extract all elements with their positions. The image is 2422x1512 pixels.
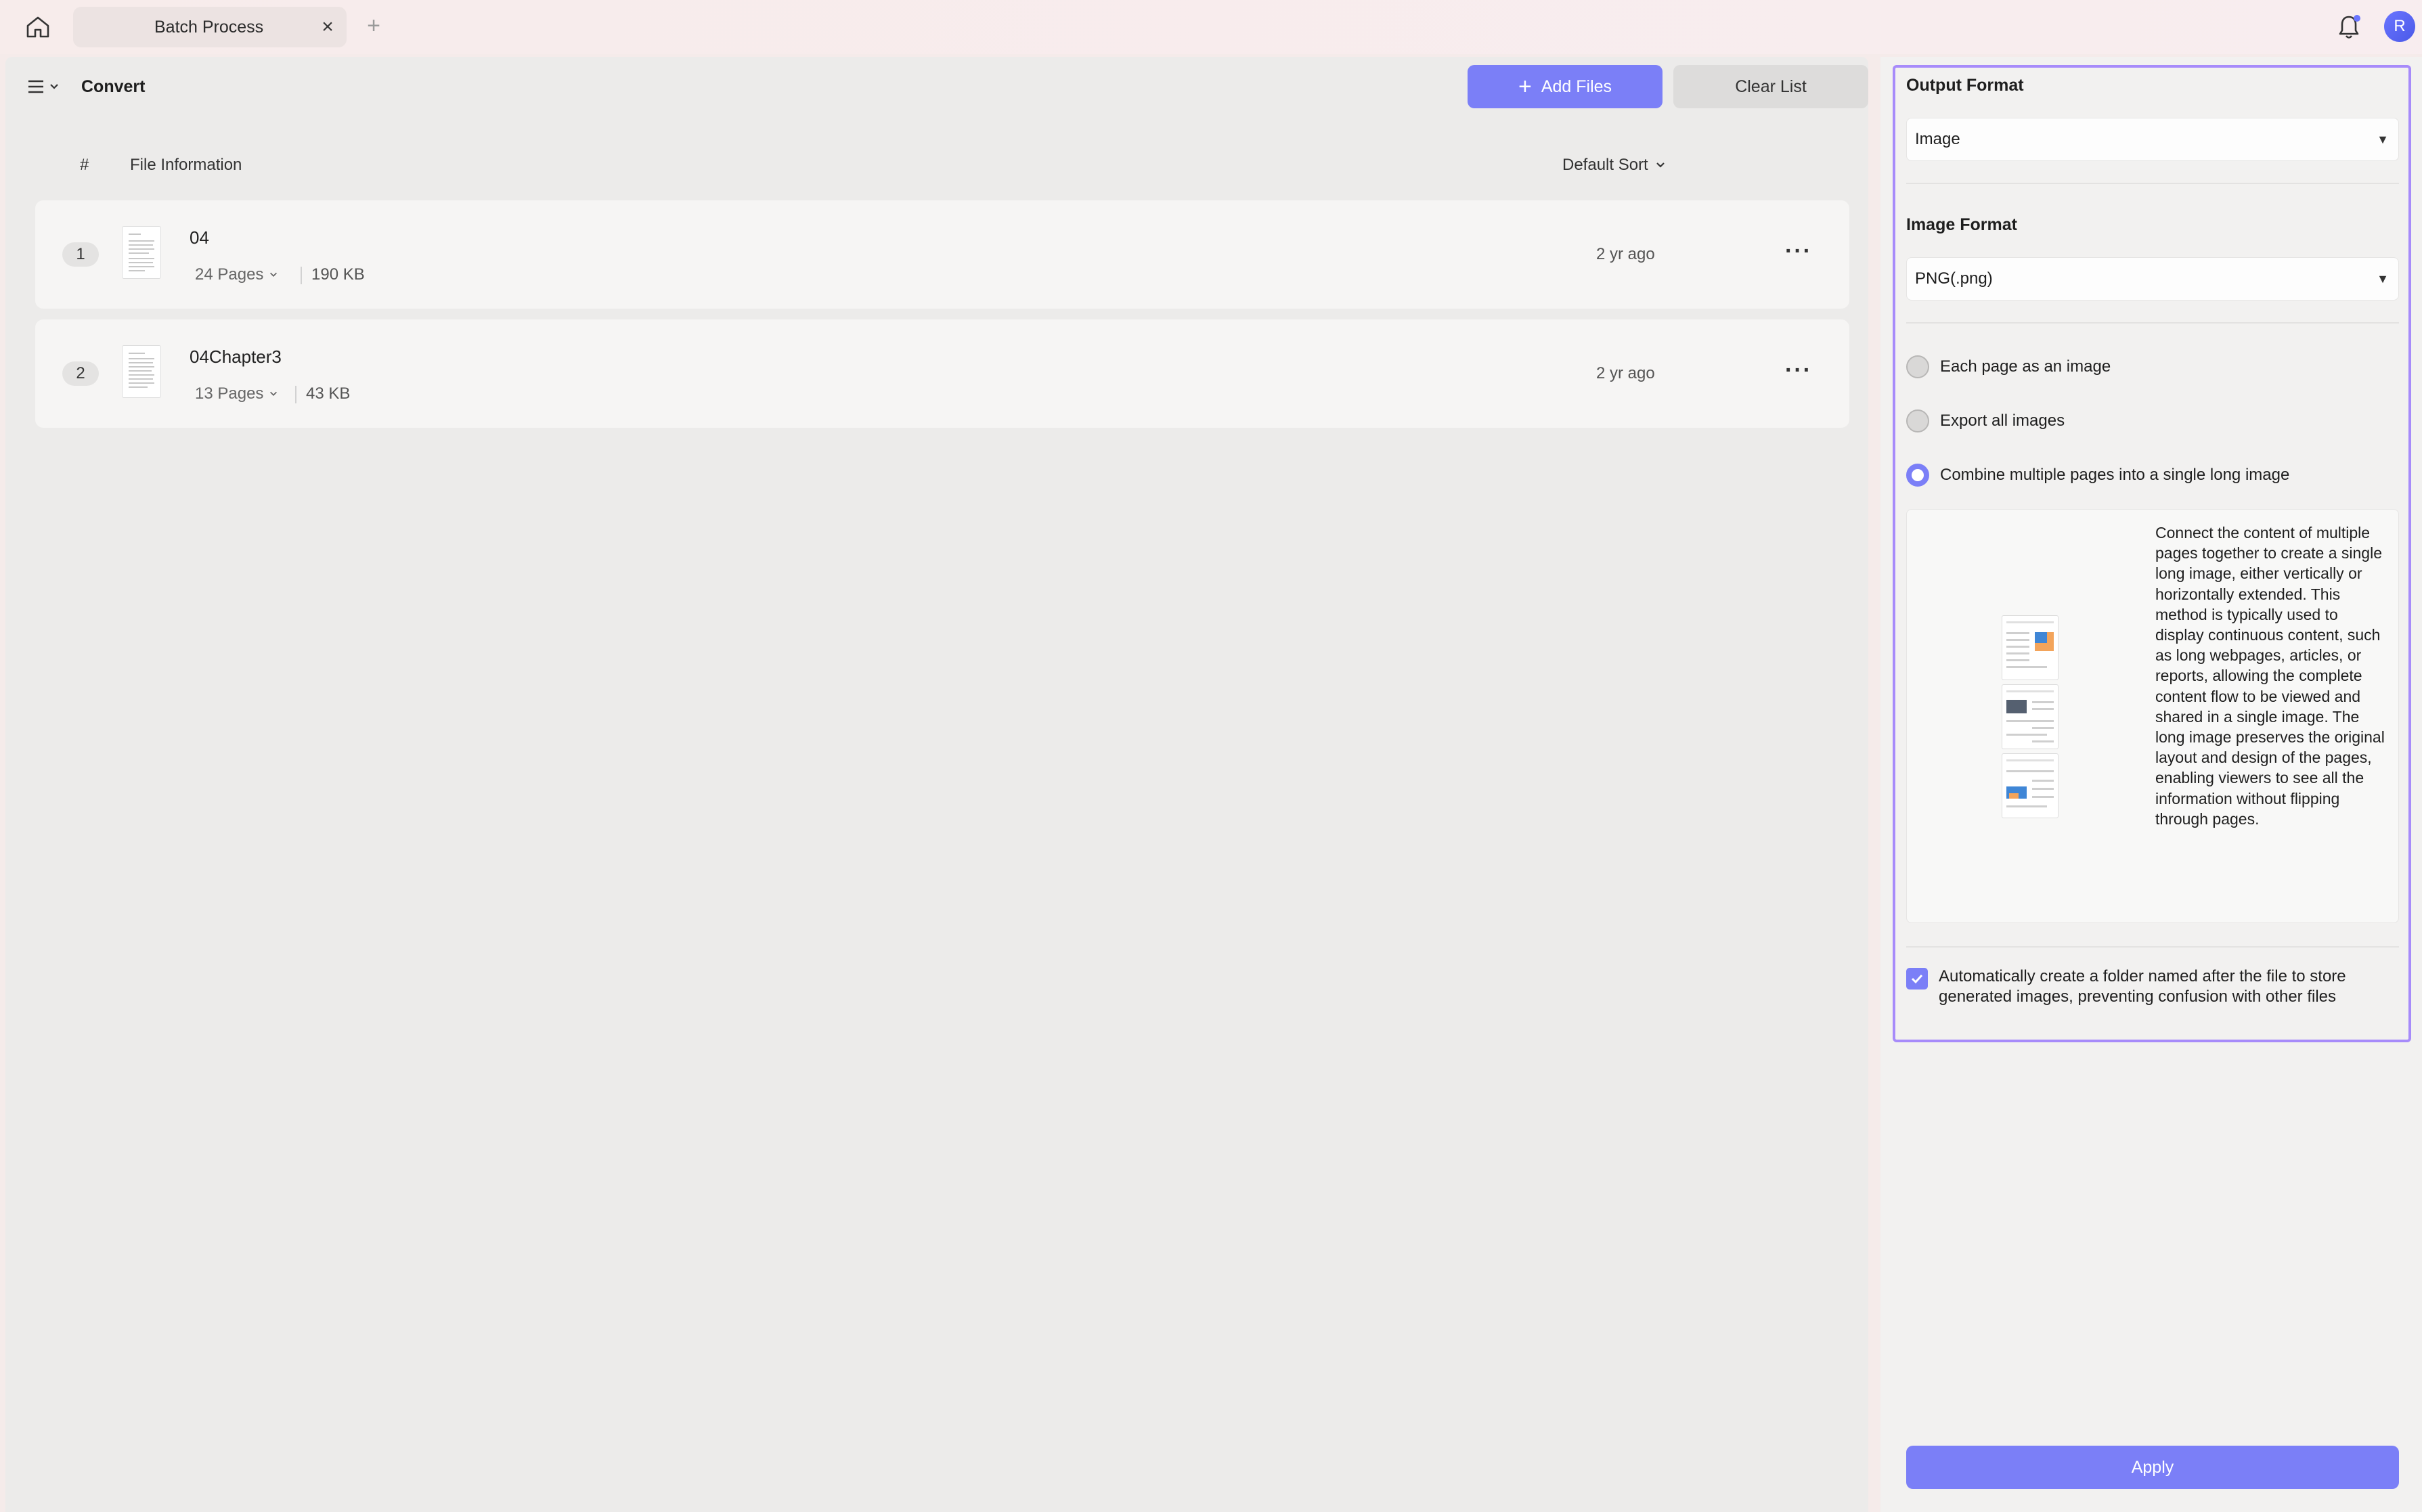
image-format-label: Image Format (1906, 215, 2017, 234)
option-label: Export all images (1940, 412, 2065, 430)
avatar[interactable]: R (2384, 11, 2415, 42)
new-tab-button[interactable]: + (363, 12, 384, 39)
chevron-down-icon: ▼ (2377, 272, 2389, 286)
chevron-down-icon: ▼ (2377, 133, 2389, 146)
output-format-value: Image (1915, 130, 1960, 148)
modified-time: 2 yr ago (1596, 364, 1655, 382)
home-button[interactable] (23, 12, 53, 42)
output-format-label: Output Format (1906, 76, 2024, 95)
option-export-all[interactable]: Export all images (1906, 407, 2065, 435)
option-label: Combine multiple pages into a single lon… (1940, 466, 2290, 484)
file-thumbnail (122, 345, 161, 398)
row-number: 2 (62, 361, 99, 386)
option-description: Connect the content of multiple pages to… (2155, 524, 2385, 828)
divider (301, 267, 302, 284)
more-icon[interactable]: ··· (1780, 240, 1817, 268)
file-size: 190 KB (311, 265, 365, 284)
table-row[interactable]: 2 04Chapter3 13 Pages 43 KB 2 yr ago ··· (35, 319, 1849, 428)
file-thumbnail (122, 226, 161, 279)
row-number: 1 (62, 242, 99, 267)
add-files-label: Add Files (1541, 76, 1612, 96)
page-illustration (2002, 684, 2058, 749)
chevron-down-icon (1656, 162, 1665, 168)
chevron-down-icon (270, 272, 278, 277)
plus-icon: + (1518, 74, 1532, 99)
notifications-button[interactable] (2334, 12, 2364, 42)
divider (1906, 946, 2399, 948)
tab-batch-process[interactable]: Batch Process × (73, 7, 347, 47)
auto-folder-label: Automatically create a folder named afte… (1939, 967, 2346, 1006)
page-count: 13 Pages (195, 384, 264, 403)
page-illustration (2002, 753, 2058, 818)
home-icon (26, 16, 49, 38)
page-title: Convert (81, 77, 146, 96)
add-files-button[interactable]: + Add Files (1468, 65, 1663, 108)
option-each-page[interactable]: Each page as an image (1906, 353, 2111, 380)
close-icon[interactable]: × (317, 16, 338, 38)
file-name: 04Chapter3 (190, 347, 282, 367)
file-name: 04 (190, 227, 209, 248)
output-format-select[interactable]: Image ▼ (1906, 118, 2399, 161)
divider (1906, 183, 2399, 184)
column-header-file-information: File Information (130, 156, 242, 174)
check-icon (1911, 974, 1923, 984)
tab-title: Batch Process (154, 18, 264, 37)
chevron-down-icon (50, 84, 58, 89)
modified-time: 2 yr ago (1596, 245, 1655, 263)
radio-button[interactable] (1906, 355, 1929, 378)
image-format-select[interactable]: PNG(.png) ▼ (1906, 257, 2399, 301)
divider (1906, 322, 2399, 324)
bell-icon (2339, 15, 2360, 39)
radio-button[interactable] (1906, 409, 1929, 432)
auto-folder-checkbox-row[interactable]: Automatically create a folder named afte… (1906, 966, 2399, 1007)
page-count-dropdown[interactable]: 13 Pages (195, 384, 278, 403)
table-row[interactable]: 1 04 24 Pages 190 KB 2 yr ago ··· (35, 200, 1849, 309)
sort-label: Default Sort (1562, 156, 1648, 174)
page-count: 24 Pages (195, 265, 264, 284)
apply-button[interactable]: Apply (1906, 1446, 2399, 1489)
chevron-down-icon (270, 391, 278, 396)
clear-list-button[interactable]: Clear List (1673, 65, 1868, 108)
file-size: 43 KB (306, 384, 351, 403)
menu-toggle[interactable] (27, 73, 64, 100)
menu-icon (28, 80, 43, 93)
divider (295, 386, 296, 403)
option-label: Each page as an image (1940, 357, 2111, 376)
radio-button-selected[interactable] (1906, 464, 1929, 487)
page-count-dropdown[interactable]: 24 Pages (195, 265, 278, 284)
column-header-number: # (80, 156, 89, 174)
checkbox-checked[interactable] (1906, 968, 1928, 990)
image-format-value: PNG(.png) (1915, 269, 1993, 288)
more-icon[interactable]: ··· (1780, 359, 1817, 387)
option-combine-pages[interactable]: Combine multiple pages into a single lon… (1906, 462, 2289, 489)
page-illustration (2002, 615, 2058, 680)
sort-dropdown[interactable]: Default Sort (1562, 156, 1666, 175)
